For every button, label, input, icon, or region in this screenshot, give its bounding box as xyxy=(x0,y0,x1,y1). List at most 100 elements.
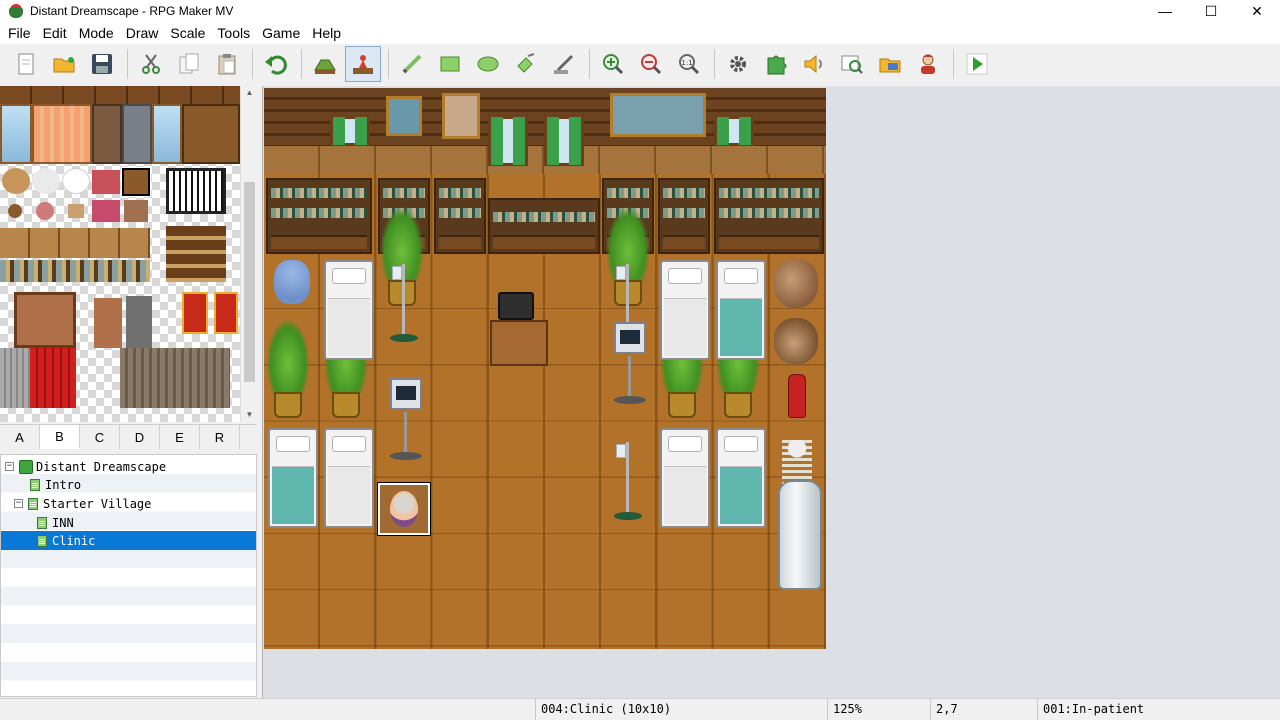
tile-round-table-cloth[interactable] xyxy=(62,168,90,194)
tile-bed-blue[interactable] xyxy=(0,104,32,164)
map-icon xyxy=(30,478,40,491)
sound-test-icon xyxy=(804,54,822,74)
minimize-button[interactable]: — xyxy=(1142,0,1188,22)
tile-round-table[interactable] xyxy=(2,168,30,194)
menu-tools[interactable]: Tools xyxy=(211,22,256,44)
window xyxy=(330,116,370,146)
tileset-palette[interactable] xyxy=(0,86,240,422)
save-project-button[interactable] xyxy=(84,46,120,82)
menu-file[interactable]: File xyxy=(2,22,37,44)
zoom-in-button[interactable] xyxy=(595,46,631,82)
tree-item-starter-village[interactable]: − Starter Village xyxy=(1,494,256,513)
tile-bed-brown[interactable] xyxy=(92,104,122,164)
tile-curtain-red[interactable] xyxy=(30,348,76,408)
scroll-down-icon[interactable]: ▼ xyxy=(241,408,258,422)
collapse-icon[interactable]: − xyxy=(14,499,23,508)
menu-edit[interactable]: Edit xyxy=(37,22,73,44)
open-project-button[interactable] xyxy=(46,46,82,82)
tile-curtain-gray[interactable] xyxy=(0,348,30,408)
tile-counter[interactable] xyxy=(0,228,150,258)
hospital-bed xyxy=(660,260,710,360)
tile-banner-2[interactable] xyxy=(214,292,238,334)
actual-size-button[interactable]: 1:1 xyxy=(671,46,707,82)
resource-manager-button[interactable] xyxy=(872,46,908,82)
event-searcher-button[interactable] xyxy=(834,46,870,82)
tile-bookshelf-row[interactable] xyxy=(0,86,240,104)
ellipse-button[interactable] xyxy=(470,46,506,82)
map-mode-icon xyxy=(314,59,336,74)
scroll-up-icon[interactable]: ▲ xyxy=(241,86,258,100)
tile-round-table-white[interactable] xyxy=(32,168,60,194)
specimen-tube xyxy=(778,480,822,590)
menu-draw[interactable]: Draw xyxy=(120,22,165,44)
copy-button[interactable] xyxy=(171,46,207,82)
database-button[interactable] xyxy=(720,46,756,82)
tab-b[interactable]: B xyxy=(40,425,80,449)
tree-item-project[interactable]: − Distant Dreamscape xyxy=(1,457,256,476)
cut-button[interactable] xyxy=(133,46,169,82)
menu-scale[interactable]: Scale xyxy=(164,22,211,44)
map-mode-button[interactable] xyxy=(307,46,343,82)
tile-selected-box[interactable] xyxy=(121,167,151,197)
character-generator-button[interactable] xyxy=(910,46,946,82)
tab-a[interactable]: A xyxy=(0,425,40,449)
map-canvas[interactable] xyxy=(264,88,826,649)
tree-item-intro[interactable]: Intro xyxy=(1,475,256,494)
tile-stool-red[interactable] xyxy=(36,202,54,220)
tile-bed-blue-2[interactable] xyxy=(152,104,182,164)
sound-test-button[interactable] xyxy=(796,46,832,82)
tree-item-inn[interactable]: INN xyxy=(1,513,256,532)
tile-bed-gray[interactable] xyxy=(122,104,152,164)
tile-vanity[interactable] xyxy=(124,200,148,222)
event-in-patient[interactable] xyxy=(377,482,431,536)
tile-stool[interactable] xyxy=(8,204,22,218)
tile-stool-square[interactable] xyxy=(68,204,84,218)
tree-item-clinic[interactable]: Clinic xyxy=(1,531,256,550)
database-icon xyxy=(730,56,746,72)
maximize-button[interactable]: ☐ xyxy=(1188,0,1234,22)
tab-r[interactable]: R xyxy=(200,425,240,449)
menu-mode[interactable]: Mode xyxy=(73,22,120,44)
painting-landscape xyxy=(386,96,422,136)
pencil-button[interactable] xyxy=(394,46,430,82)
tile-banner[interactable] xyxy=(182,292,208,334)
tile-cabinet[interactable] xyxy=(182,104,240,164)
title-bar: Distant Dreamscape - RPG Maker MV — ☐ ✕ xyxy=(0,0,1280,22)
menu-help[interactable]: Help xyxy=(306,22,347,44)
map-tree: − Distant Dreamscape Intro − Starter Vil… xyxy=(0,454,257,697)
tree-item-label: Intro xyxy=(45,477,82,492)
event-mode-button[interactable] xyxy=(345,46,381,82)
iv-stand xyxy=(610,438,646,524)
scroll-thumb[interactable] xyxy=(244,182,255,382)
plugin-manager-button[interactable] xyxy=(758,46,794,82)
copy-icon xyxy=(179,53,199,74)
shadow-pen-button[interactable] xyxy=(546,46,582,82)
tileset-tabs: A B C D E R xyxy=(0,424,257,449)
tile-piano[interactable] xyxy=(166,168,226,214)
menu-game[interactable]: Game xyxy=(256,22,306,44)
paste-button[interactable] xyxy=(209,46,245,82)
tab-e[interactable]: E xyxy=(160,425,200,449)
tile-chimney[interactable] xyxy=(94,298,122,348)
fill-button[interactable] xyxy=(508,46,544,82)
tile-curtain-brown[interactable] xyxy=(120,348,230,408)
tile-table-red[interactable] xyxy=(92,170,120,194)
tile-stove[interactable] xyxy=(126,296,152,348)
collapse-icon[interactable]: − xyxy=(5,462,14,471)
tab-c[interactable]: C xyxy=(80,425,120,449)
new-project-button[interactable] xyxy=(8,46,44,82)
undo-button[interactable] xyxy=(258,46,294,82)
rectangle-button[interactable] xyxy=(432,46,468,82)
tile-fireplace[interactable] xyxy=(14,292,76,348)
tile-shelf-items[interactable] xyxy=(0,260,150,282)
tileset-scrollbar[interactable]: ▲ ▼ xyxy=(240,86,257,422)
tab-d[interactable]: D xyxy=(120,425,160,449)
rectangle-icon xyxy=(440,56,460,72)
tile-dresser[interactable] xyxy=(92,200,120,222)
zoom-out-button[interactable] xyxy=(633,46,669,82)
tile-wine-rack[interactable] xyxy=(166,226,226,282)
playtest-button[interactable] xyxy=(959,46,995,82)
close-button[interactable]: ✕ xyxy=(1234,0,1280,22)
tile-bed-orange[interactable] xyxy=(32,104,92,164)
shelf xyxy=(658,178,710,254)
